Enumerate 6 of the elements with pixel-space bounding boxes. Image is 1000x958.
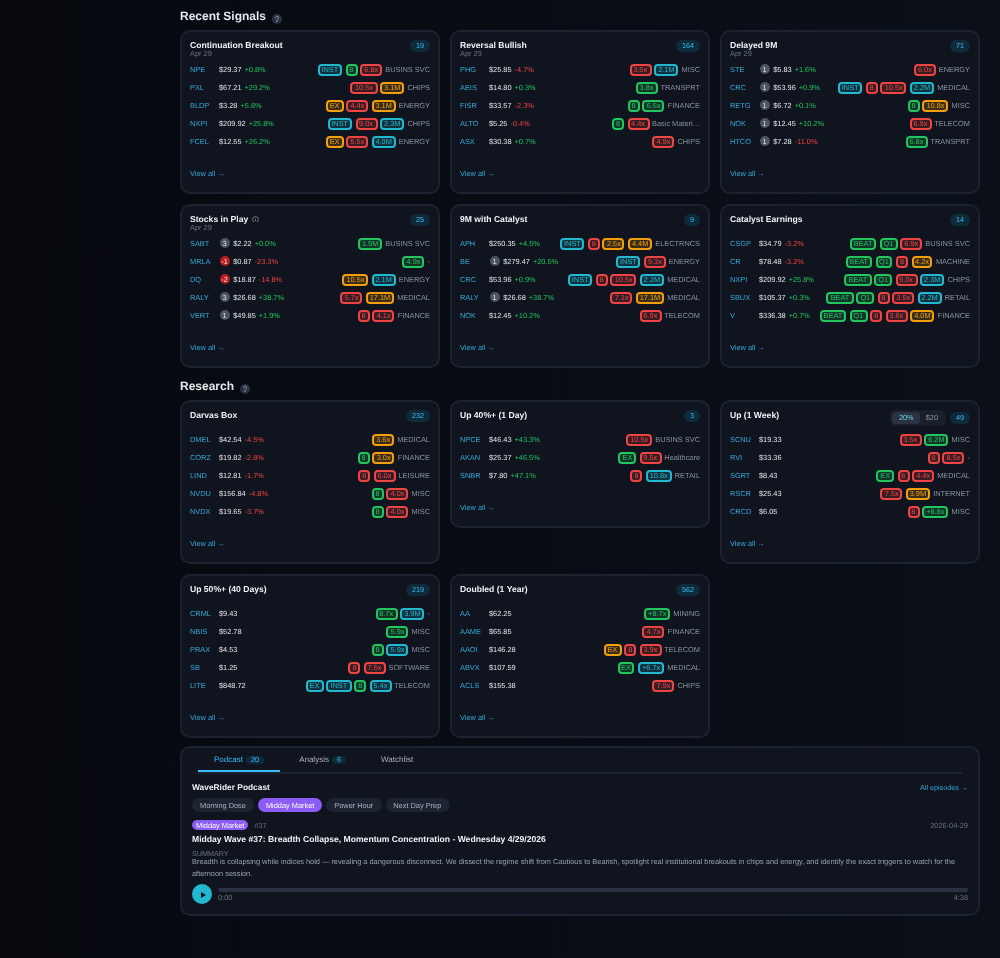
help-icon[interactable] bbox=[240, 383, 251, 393]
progress-track[interactable] bbox=[218, 887, 968, 892]
help-icon[interactable] bbox=[272, 13, 283, 23]
info-icon[interactable] bbox=[252, 215, 260, 223]
play-button[interactable] bbox=[192, 884, 212, 905]
play-icon bbox=[197, 889, 207, 900]
